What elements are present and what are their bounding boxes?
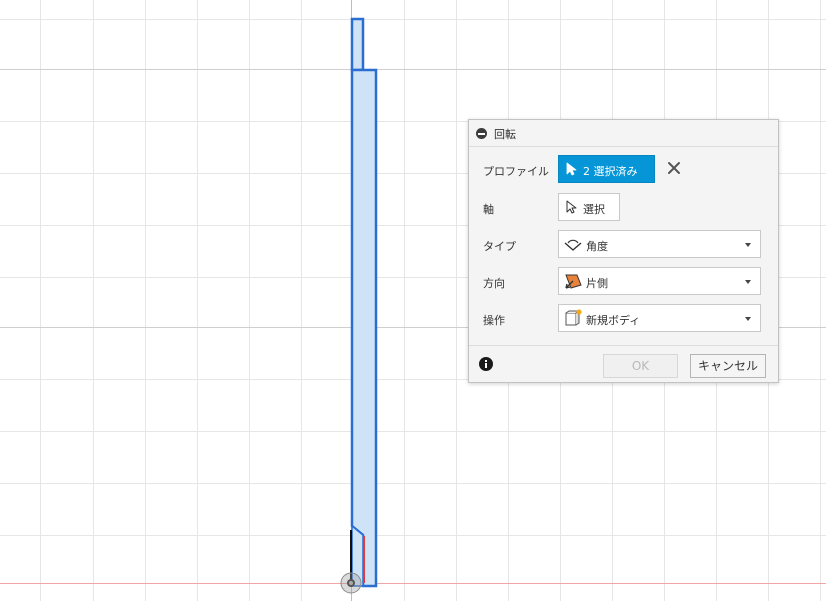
close-icon[interactable] — [666, 160, 682, 176]
cancel-button[interactable]: キャンセル — [690, 354, 766, 378]
type-label: タイプ — [483, 240, 516, 253]
operation-label: 操作 — [483, 314, 505, 327]
revolve-dialog: 回転 プロファイル 2 選択済み 軸 選択 タイプ 角度 方向 片側 操作 新規… — [468, 119, 779, 383]
new-body-icon — [565, 309, 582, 326]
sketch-profile-top[interactable] — [350, 17, 365, 72]
direction-label: 方向 — [483, 277, 505, 290]
axis-label: 軸 — [483, 203, 494, 216]
profile-selection-label: 2 選択済み — [583, 165, 638, 178]
type-dropdown[interactable]: 角度 — [558, 230, 761, 258]
type-value: 角度 — [586, 240, 608, 253]
profile-label: プロファイル — [483, 165, 549, 178]
dialog-title: 回転 — [494, 128, 516, 141]
direction-dropdown[interactable]: 片側 — [558, 267, 761, 295]
sketch-profile-main[interactable] — [350, 68, 378, 588]
direction-value: 片側 — [586, 277, 608, 290]
cursor-arrow-icon — [566, 200, 577, 214]
dialog-footer: OK キャンセル — [469, 345, 778, 383]
one-side-direction-icon — [565, 274, 582, 289]
chevron-down-icon — [745, 280, 751, 284]
chevron-down-icon — [745, 243, 751, 247]
collapse-icon[interactable] — [476, 128, 487, 139]
design-viewport[interactable]: 回転 プロファイル 2 選択済み 軸 選択 タイプ 角度 方向 片側 操作 新規… — [0, 0, 826, 601]
cursor-arrow-icon — [566, 162, 577, 176]
chevron-down-icon — [745, 317, 751, 321]
info-icon[interactable] — [479, 357, 493, 371]
angle-type-icon — [564, 239, 582, 251]
origin-point-icon[interactable] — [340, 572, 362, 594]
profile-selection-button[interactable]: 2 選択済み — [558, 155, 655, 183]
dialog-header[interactable]: 回転 — [469, 120, 778, 147]
ok-button[interactable]: OK — [603, 354, 678, 378]
axis-select-label: 選択 — [583, 203, 605, 216]
operation-value: 新規ボディ — [586, 314, 641, 327]
operation-dropdown[interactable]: 新規ボディ — [558, 304, 761, 332]
axis-select-button[interactable]: 選択 — [558, 193, 620, 221]
